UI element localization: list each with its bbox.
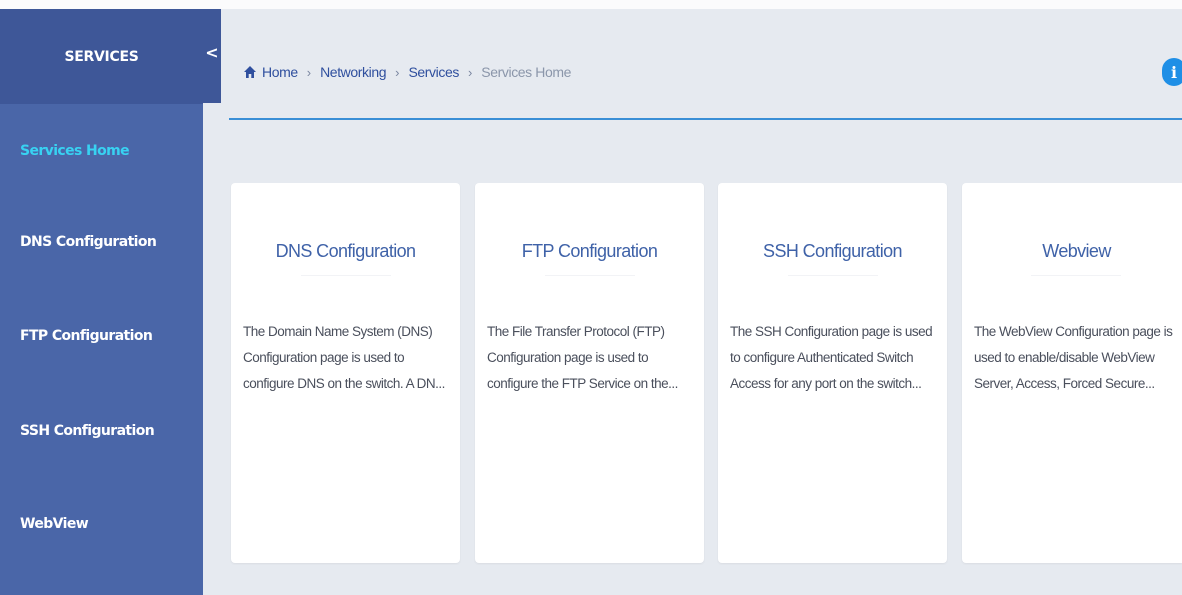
card-description-line: to configure Authenticated Switch [730, 350, 914, 365]
card-description: The WebView Configuration page is used t… [974, 319, 1179, 397]
breadcrumb-separator: › [306, 64, 312, 80]
chevron-left-icon: < [205, 43, 219, 62]
sidebar: SERVICES Services Home DNS Configuration… [0, 9, 203, 595]
card-description-line: Configuration page is used to [487, 350, 649, 365]
card-dns-configuration[interactable]: DNS Configuration The Domain Name System… [231, 183, 460, 563]
top-strip [0, 0, 1182, 9]
card-description-line: configure the FTP Service on the... [487, 376, 678, 391]
home-icon[interactable] [243, 65, 257, 79]
card-description-line: configure DNS on the switch. A DN... [243, 376, 445, 391]
sidebar-item-ftp-configuration[interactable]: FTP Configuration [20, 328, 153, 344]
card-description-line: Configuration page is used to [243, 350, 405, 365]
card-webview[interactable]: Webview The WebView Configuration page i… [962, 183, 1182, 563]
card-description-line: The SSH Configuration page is used [730, 324, 933, 339]
info-icon[interactable]: i [1162, 58, 1182, 86]
breadcrumb-separator: › [395, 64, 400, 80]
card-description-line: The Domain Name System (DNS) [243, 324, 433, 339]
sidebar-collapse-button[interactable]: < [203, 9, 221, 103]
sidebar-item-services-home[interactable]: Services Home [20, 143, 130, 159]
card-title: Webview [1042, 241, 1111, 261]
card-description: The Domain Name System (DNS) Configurati… [243, 319, 455, 397]
card-title-underline [1031, 275, 1121, 276]
breadcrumb-divider [229, 118, 1182, 120]
card-title-underline [300, 275, 391, 276]
sidebar-title: SERVICES [0, 9, 203, 104]
breadcrumb-current: Services Home [481, 64, 572, 80]
sidebar-item-dns-configuration[interactable]: DNS Configuration [20, 234, 157, 250]
card-title: FTP Configuration [521, 241, 658, 261]
sidebar-item-webview[interactable]: WebView [20, 516, 89, 532]
breadcrumb-networking-link[interactable]: Networking [320, 64, 386, 80]
sidebar-item-ssh-configuration[interactable]: SSH Configuration [20, 423, 155, 439]
card-title: DNS Configuration [275, 241, 416, 261]
card-description: The File Transfer Protocol (FTP) Configu… [487, 319, 699, 397]
card-description-line: Access for any port on the switch... [730, 376, 922, 391]
breadcrumb-services-link[interactable]: Services [408, 64, 459, 80]
card-description-line: The File Transfer Protocol (FTP) [487, 324, 665, 339]
breadcrumb-home-link[interactable]: Home [262, 64, 298, 80]
card-description-line: The WebView Configuration page is [974, 324, 1173, 339]
card-ssh-configuration[interactable]: SSH Configuration The SSH Configuration … [718, 183, 947, 563]
breadcrumb-separator: › [467, 64, 473, 80]
breadcrumb: Home › Networking › Services › Services … [243, 62, 571, 82]
card-title: SSH Configuration [763, 241, 902, 261]
card-description-line: used to enable/disable WebView [974, 350, 1155, 365]
card-description: The SSH Configuration page is used to co… [730, 319, 942, 397]
card-description-line: Server, Access, Forced Secure... [974, 376, 1155, 391]
card-title-underline [544, 275, 635, 276]
card-ftp-configuration[interactable]: FTP Configuration The File Transfer Prot… [475, 183, 704, 563]
card-title-underline [787, 275, 878, 276]
